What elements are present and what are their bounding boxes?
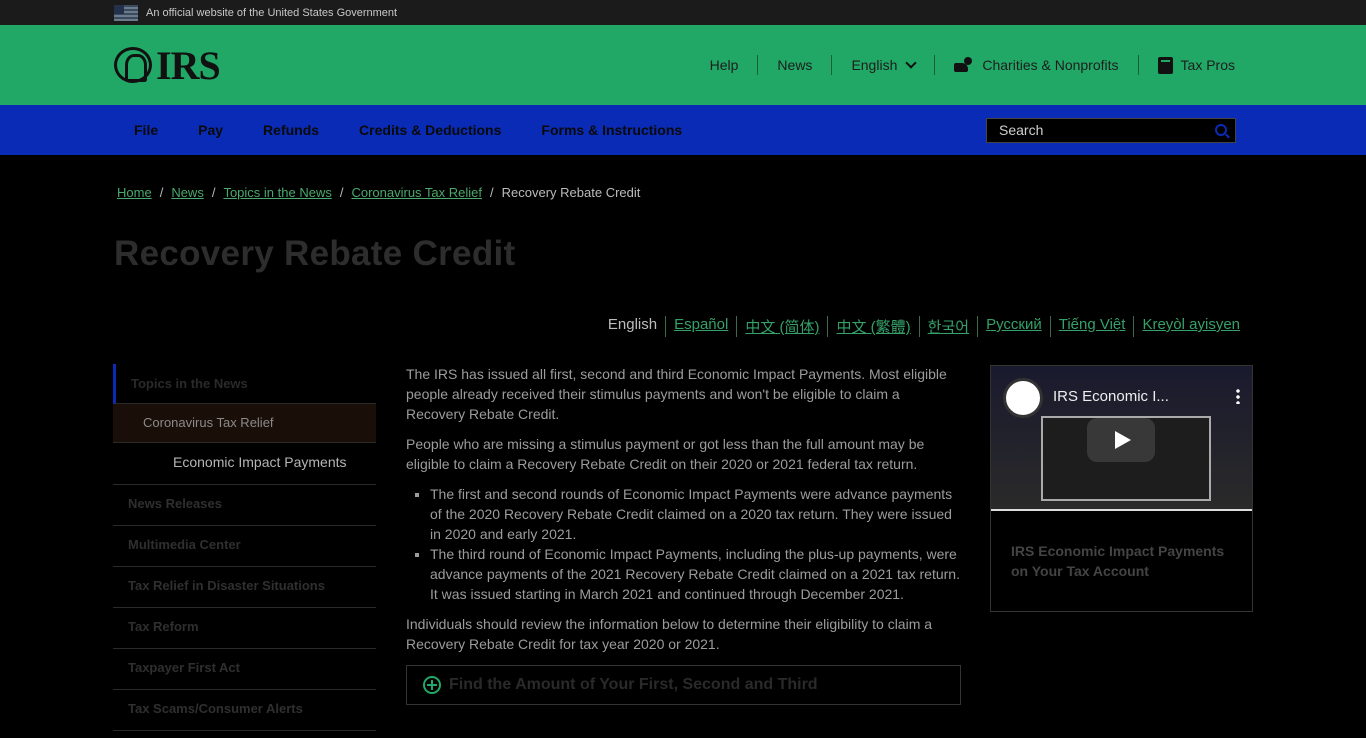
main-nav: File Pay Refunds Credits & Deductions Fo… bbox=[0, 105, 1366, 155]
lang-haitian-creole[interactable]: Kreyòl ayisyen bbox=[1142, 316, 1240, 333]
tax-pros-link-label: Tax Pros bbox=[1180, 57, 1235, 73]
eagle-icon bbox=[114, 47, 152, 83]
sidebar-item-disaster-relief[interactable]: Tax Relief in Disaster Situations bbox=[113, 567, 376, 608]
language-bar: English Español 中文 (简体) 中文 (繁體) 한국어 Русс… bbox=[600, 316, 1248, 337]
sidebar-item-multimedia[interactable]: Multimedia Center bbox=[113, 526, 376, 567]
us-flag-icon bbox=[114, 4, 138, 21]
nav-pay[interactable]: Pay bbox=[178, 122, 243, 138]
breadcrumb-topics[interactable]: Topics in the News bbox=[223, 185, 331, 200]
charity-hand-icon bbox=[954, 57, 974, 73]
nav-file[interactable]: File bbox=[114, 122, 178, 138]
lang-korean[interactable]: 한국어 bbox=[928, 319, 969, 336]
sidebar-item-eip[interactable]: Economic Impact Payments bbox=[113, 443, 376, 485]
channel-avatar bbox=[1003, 378, 1043, 418]
language-dropdown[interactable]: English bbox=[832, 55, 936, 75]
lang-russian[interactable]: Русский bbox=[986, 316, 1042, 333]
video-thumbnail[interactable]: IRS Economic I... bbox=[991, 366, 1252, 511]
search-box bbox=[986, 117, 1236, 143]
payment-rounds-list: The first and second rounds of Economic … bbox=[430, 484, 961, 604]
help-link[interactable]: Help bbox=[691, 55, 759, 75]
sidebar-item-tax-reform[interactable]: Tax Reform bbox=[113, 608, 376, 649]
tax-pros-link[interactable]: Tax Pros bbox=[1139, 55, 1235, 75]
nav-refunds[interactable]: Refunds bbox=[243, 122, 339, 138]
video-title: IRS Economic I... bbox=[1053, 388, 1169, 405]
lang-spanish[interactable]: Español bbox=[674, 316, 728, 333]
book-icon bbox=[1157, 56, 1173, 74]
utility-nav: Help News English Charities & Nonprofits… bbox=[691, 55, 1235, 75]
accordion-find-amount[interactable]: Find the Amount of Your First, Second an… bbox=[406, 665, 961, 705]
intro-paragraph: The IRS has issued all first, second and… bbox=[406, 366, 947, 422]
sidebar-item-topics[interactable]: Topics in the News bbox=[113, 364, 376, 404]
charities-link[interactable]: Charities & Nonprofits bbox=[935, 55, 1139, 75]
search-input[interactable] bbox=[999, 122, 1199, 138]
site-header: IRS Help News English Charities & Nonpro… bbox=[0, 25, 1366, 105]
play-icon[interactable] bbox=[1087, 418, 1155, 462]
lang-vietnamese[interactable]: Tiếng Việt bbox=[1059, 316, 1126, 333]
chevron-down-icon bbox=[905, 57, 918, 69]
breadcrumb-current: Recovery Rebate Credit bbox=[501, 185, 641, 200]
sidebar-item-coronavirus[interactable]: Coronavirus Tax Relief bbox=[113, 404, 376, 443]
eligibility-paragraph: Individuals should review the informatio… bbox=[406, 616, 933, 652]
language-dropdown-label: English bbox=[851, 57, 898, 73]
list-item: The third round of Economic Impact Payme… bbox=[430, 544, 961, 604]
sidebar-nav: Topics in the News Coronavirus Tax Relie… bbox=[113, 364, 376, 731]
breadcrumb-news[interactable]: News bbox=[171, 185, 204, 200]
main-content: The IRS has issued all first, second and… bbox=[406, 364, 961, 705]
video-card: IRS Economic I... IRS Economic Impact Pa… bbox=[990, 365, 1253, 612]
nav-credits-deductions[interactable]: Credits & Deductions bbox=[339, 122, 521, 138]
lang-chinese-traditional[interactable]: 中文 (繁體) bbox=[836, 319, 910, 336]
breadcrumb-coronavirus[interactable]: Coronavirus Tax Relief bbox=[351, 185, 482, 200]
accordion-title: Find the Amount of Your First, Second an… bbox=[449, 676, 818, 693]
charities-link-label: Charities & Nonprofits bbox=[982, 57, 1119, 73]
plus-circle-icon bbox=[423, 676, 441, 694]
logo-text: IRS bbox=[156, 42, 221, 88]
irs-logo[interactable]: IRS bbox=[114, 42, 221, 89]
official-banner-text: An official website of the United States… bbox=[146, 6, 398, 19]
lang-english: English bbox=[607, 316, 658, 333]
sidebar-item-news-releases[interactable]: News Releases bbox=[113, 485, 376, 526]
more-options-icon[interactable] bbox=[1236, 388, 1240, 404]
list-item: The first and second rounds of Economic … bbox=[430, 484, 961, 544]
sidebar-item-taxpayer-first[interactable]: Taxpayer First Act bbox=[113, 649, 376, 690]
missing-payment-paragraph: People who are missing a stimulus paymen… bbox=[406, 436, 925, 472]
breadcrumb: Home / News / Topics in the News / Coronavi… bbox=[117, 185, 641, 200]
breadcrumb-home[interactable]: Home bbox=[117, 185, 152, 200]
nav-forms-instructions[interactable]: Forms & Instructions bbox=[521, 122, 702, 138]
lang-chinese-simplified[interactable]: 中文 (简体) bbox=[745, 319, 819, 336]
video-caption[interactable]: IRS Economic Impact Payments on Your Tax… bbox=[991, 511, 1252, 611]
page-title: Recovery Rebate Credit bbox=[114, 234, 516, 273]
sidebar-item-scams[interactable]: Tax Scams/Consumer Alerts bbox=[113, 690, 376, 731]
search-icon[interactable] bbox=[1215, 124, 1227, 136]
official-banner: An official website of the United States… bbox=[0, 0, 1366, 25]
news-link[interactable]: News bbox=[758, 55, 833, 75]
